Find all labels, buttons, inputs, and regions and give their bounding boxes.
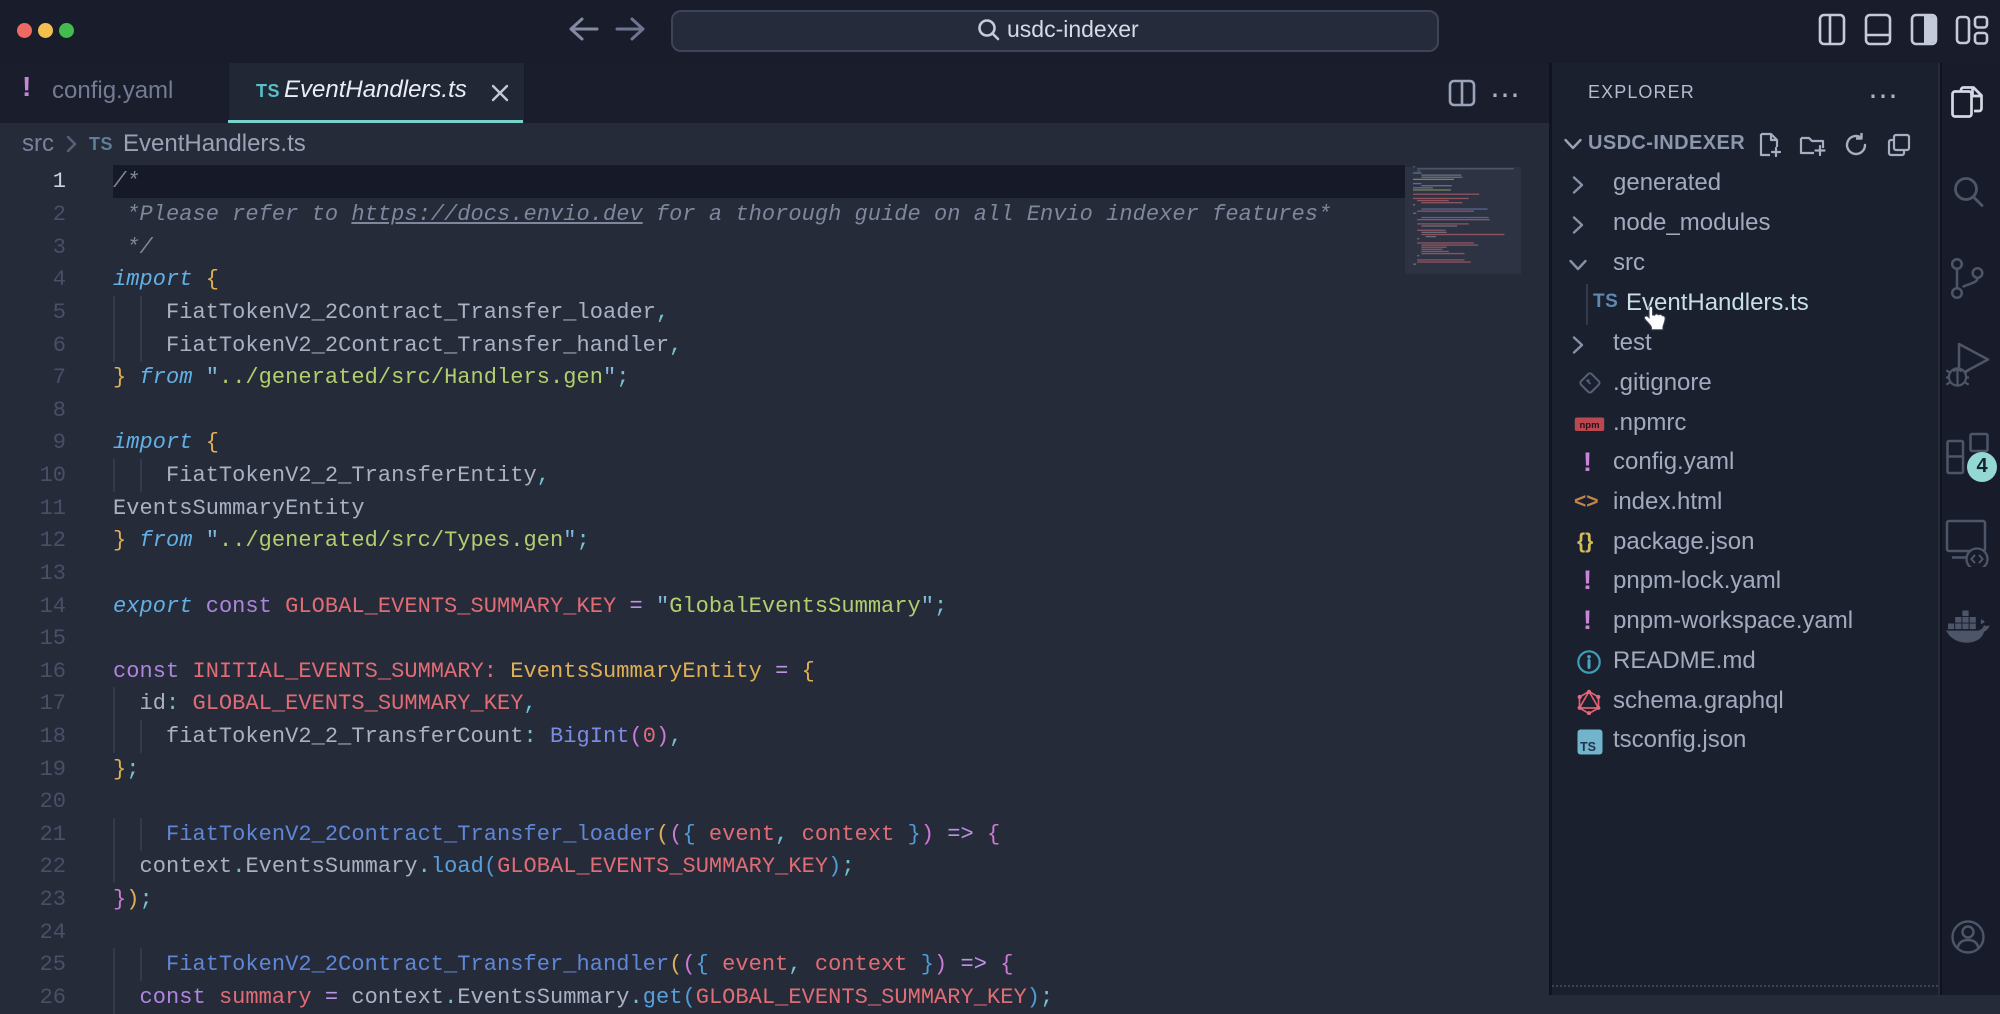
svg-text:TS: TS [1580, 740, 1596, 754]
svg-text:npm: npm [1579, 420, 1599, 431]
